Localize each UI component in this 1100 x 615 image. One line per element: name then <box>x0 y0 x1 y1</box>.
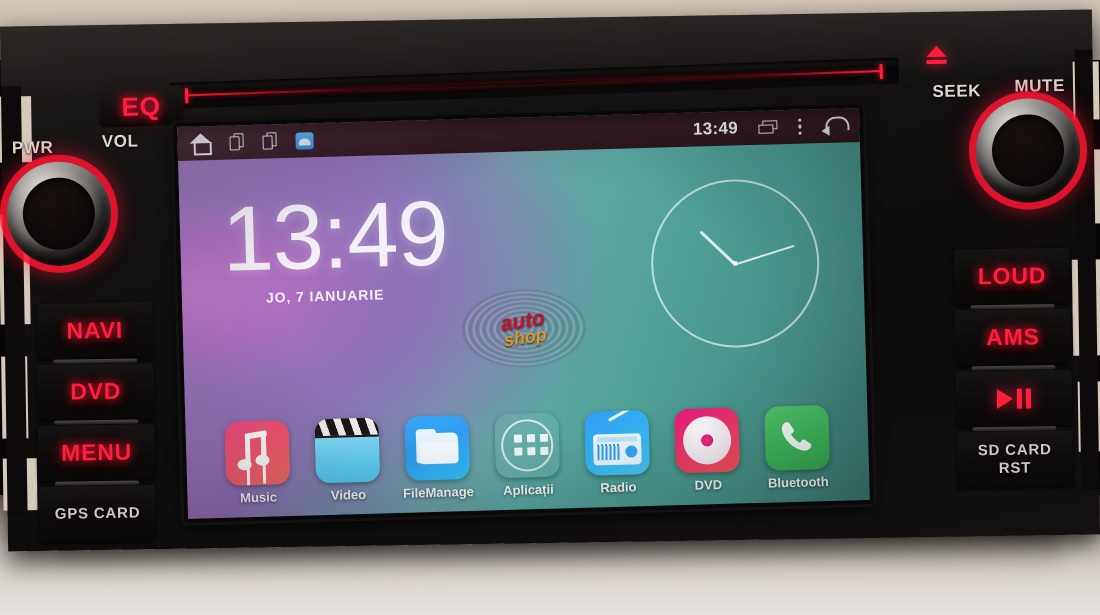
app-music[interactable]: Music <box>218 420 296 506</box>
navi-button-label: NAVI <box>66 316 124 344</box>
app-aplicatii-label: Aplicații <box>502 481 554 499</box>
phone-icon <box>764 404 830 471</box>
loud-button-label: LOUD <box>977 262 1047 290</box>
radio-speaker <box>597 443 620 461</box>
clapperboard-top <box>314 417 379 439</box>
ams-button-label: AMS <box>985 323 1040 351</box>
app-video-label: Video <box>330 486 367 503</box>
app-radio[interactable]: Radio <box>578 409 656 496</box>
photo-scene: EQ PWR VOL SEEK MUTE NAVI DVD MENU GPS C… <box>0 0 1100 615</box>
mute-label: MUTE <box>1014 75 1066 96</box>
app-dvd-label: DVD <box>694 476 723 493</box>
watermark-text: auto shop <box>499 306 548 350</box>
gps-card-slot[interactable]: GPS CARD <box>39 485 157 543</box>
music-note-head <box>237 459 252 471</box>
app-drawer-icon <box>494 412 561 479</box>
copy-icon[interactable] <box>262 132 277 150</box>
play-pause-button[interactable] <box>955 369 1073 427</box>
video-icon <box>314 417 381 484</box>
clock-minute-hand <box>734 244 795 266</box>
menu-button[interactable]: MENU <box>38 424 156 482</box>
loud-button[interactable]: LOUD <box>953 247 1071 305</box>
sd-card-line1: SD CARD <box>977 441 1052 460</box>
eq-button-label: EQ <box>120 90 162 122</box>
folder-front <box>419 441 459 465</box>
radio-antenna <box>607 409 639 422</box>
navi-button[interactable]: NAVI <box>36 302 154 360</box>
sd-card-label: SD CARD RST <box>978 441 1052 477</box>
head-unit-body: EQ PWR VOL SEEK MUTE NAVI DVD MENU GPS C… <box>0 9 1100 552</box>
clapperboard-body <box>314 436 381 484</box>
app-video[interactable]: Video <box>308 417 386 503</box>
clock-widget-time: 13:49 <box>220 182 449 291</box>
status-bar-right: 13:49 <box>693 115 848 139</box>
eject-icon[interactable] <box>926 45 947 58</box>
clock-widget[interactable]: 13:49 JO, 7 IANUARIE <box>220 182 449 307</box>
cloud-icon[interactable] <box>295 131 314 150</box>
radio-icon <box>584 409 651 476</box>
status-bar-left <box>189 130 314 153</box>
right-button-stack: LOUD AMS SD CARD RST <box>953 247 1074 494</box>
seek-label: SEEK <box>932 81 982 101</box>
dvd-button-label: DVD <box>69 377 122 405</box>
app-filemanage[interactable]: FileManage <box>398 415 476 501</box>
pause-icon <box>1016 387 1032 409</box>
clock-hour-hand <box>699 230 737 266</box>
clock-pivot <box>732 260 738 267</box>
play-icon <box>996 388 1014 409</box>
music-icon <box>224 420 291 486</box>
play-pause-icon <box>996 387 1032 409</box>
recents-icon[interactable] <box>757 120 778 135</box>
copy-icon[interactable] <box>229 133 244 151</box>
app-bluetooth-label: Bluetooth <box>767 473 829 491</box>
sd-card-reset-slot[interactable]: SD CARD RST <box>956 430 1074 488</box>
app-bluetooth[interactable]: Bluetooth <box>758 404 836 491</box>
app-filemanage-label: FileManage <box>402 483 475 501</box>
dvd-button[interactable]: DVD <box>37 363 155 421</box>
back-icon[interactable] <box>821 116 847 135</box>
sd-card-line2: RST <box>998 458 1032 477</box>
analog-clock-widget[interactable] <box>648 177 822 350</box>
volume-label: VOL <box>101 131 139 152</box>
ams-button[interactable]: AMS <box>954 308 1072 366</box>
app-dock: Music Video FileManage Aplicații Radio D… <box>185 404 869 507</box>
dots-menu-icon[interactable] <box>797 118 802 135</box>
eq-button[interactable]: EQ <box>98 85 184 128</box>
left-button-stack: NAVI DVD MENU GPS CARD <box>36 302 157 548</box>
app-radio-label: Radio <box>600 479 637 496</box>
power-label: PWR <box>11 137 54 158</box>
app-music-label: Music <box>239 489 278 506</box>
app-aplicatii[interactable]: Aplicații <box>488 412 566 498</box>
display-bezel: 13:49 13:49 JO, 7 IANUARIE auto shop Mus… <box>173 103 874 523</box>
app-drawer-grid <box>513 433 549 456</box>
music-note-beam <box>244 430 268 440</box>
cd-slot-tick-left <box>184 88 189 104</box>
watermark-logo: auto shop <box>460 287 587 370</box>
cd-slot-tick-right <box>879 64 883 80</box>
phone-handset-glyph <box>781 422 812 451</box>
gps-card-label: GPS CARD <box>54 504 141 523</box>
android-screen[interactable]: 13:49 13:49 JO, 7 IANUARIE auto shop Mus… <box>177 107 870 519</box>
menu-button-label: MENU <box>60 438 133 466</box>
folder-icon <box>404 415 471 481</box>
eject-icon-bar <box>926 59 947 65</box>
status-bar-clock: 13:49 <box>692 118 739 139</box>
app-dvd[interactable]: DVD <box>668 407 746 493</box>
disc-icon <box>674 407 741 474</box>
music-note-head <box>255 454 270 466</box>
home-icon[interactable] <box>189 133 212 154</box>
